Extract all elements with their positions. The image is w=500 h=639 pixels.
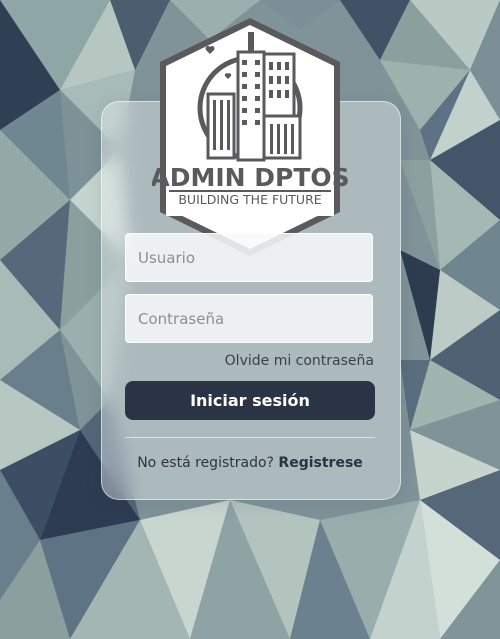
login-button[interactable]: Iniciar sesión [125,381,375,420]
username-input[interactable] [125,233,373,282]
password-input[interactable] [125,294,373,343]
register-prompt: No está registrado? [137,455,274,471]
forgot-password-link[interactable]: Olvide mi contraseña [225,353,374,369]
logo-subtitle: BUILDING THE FUTURE [178,192,321,207]
divider [125,437,375,438]
admin-dptos-logo: ADMIN DPTOS BUILDING THE FUTURE [152,18,348,256]
register-link[interactable]: Registrese [278,455,362,471]
logo-title: ADMIN DPTOS [152,163,348,192]
login-screen: ADMIN DPTOS BUILDING THE FUTURE Olvide m… [0,0,500,639]
register-row: No está registrado? Registrese [101,455,399,471]
